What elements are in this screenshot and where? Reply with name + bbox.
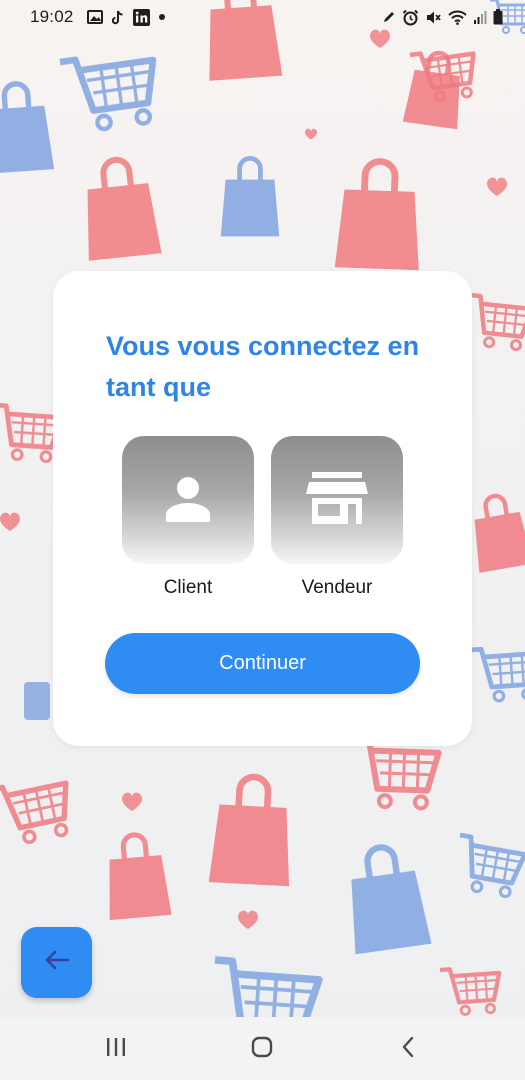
signal-icon <box>473 10 487 24</box>
vendeur-label: Vendeur <box>301 577 373 598</box>
home-icon <box>251 1036 273 1063</box>
back-button[interactable] <box>21 927 92 998</box>
pen-icon <box>382 10 396 24</box>
arrow-left-icon <box>44 949 70 976</box>
status-left: 19:02 <box>30 7 165 27</box>
battery-icon <box>493 9 503 25</box>
dot-icon <box>158 14 165 20</box>
back-icon <box>401 1036 415 1063</box>
role-selection-card: Vous vous connectez en tant que Client V… <box>53 271 472 746</box>
system-back-button[interactable] <box>388 1035 428 1063</box>
gallery-icon <box>86 10 103 24</box>
recents-icon <box>105 1037 127 1062</box>
home-button[interactable] <box>242 1035 282 1063</box>
alarm-icon <box>402 9 419 26</box>
vendeur-option[interactable]: Vendeur <box>271 436 403 599</box>
tiktok-icon <box>111 10 124 25</box>
client-label: Client <box>163 577 213 598</box>
status-bar: 19:02 <box>0 0 525 34</box>
wifi-icon <box>448 10 467 25</box>
status-right <box>382 9 503 26</box>
mute-icon <box>425 9 442 26</box>
linkedin-icon <box>132 8 150 26</box>
vendeur-tile[interactable] <box>271 436 403 564</box>
continue-button[interactable]: Continuer <box>105 633 420 694</box>
navigation-bar <box>0 1017 525 1080</box>
person-icon <box>160 470 216 531</box>
store-icon <box>306 470 368 531</box>
recents-button[interactable] <box>96 1035 136 1063</box>
card-title: Vous vous connectez en tant que <box>106 331 420 402</box>
client-tile[interactable] <box>122 436 254 564</box>
status-time: 19:02 <box>30 7 74 26</box>
client-option[interactable]: Client <box>122 436 254 599</box>
